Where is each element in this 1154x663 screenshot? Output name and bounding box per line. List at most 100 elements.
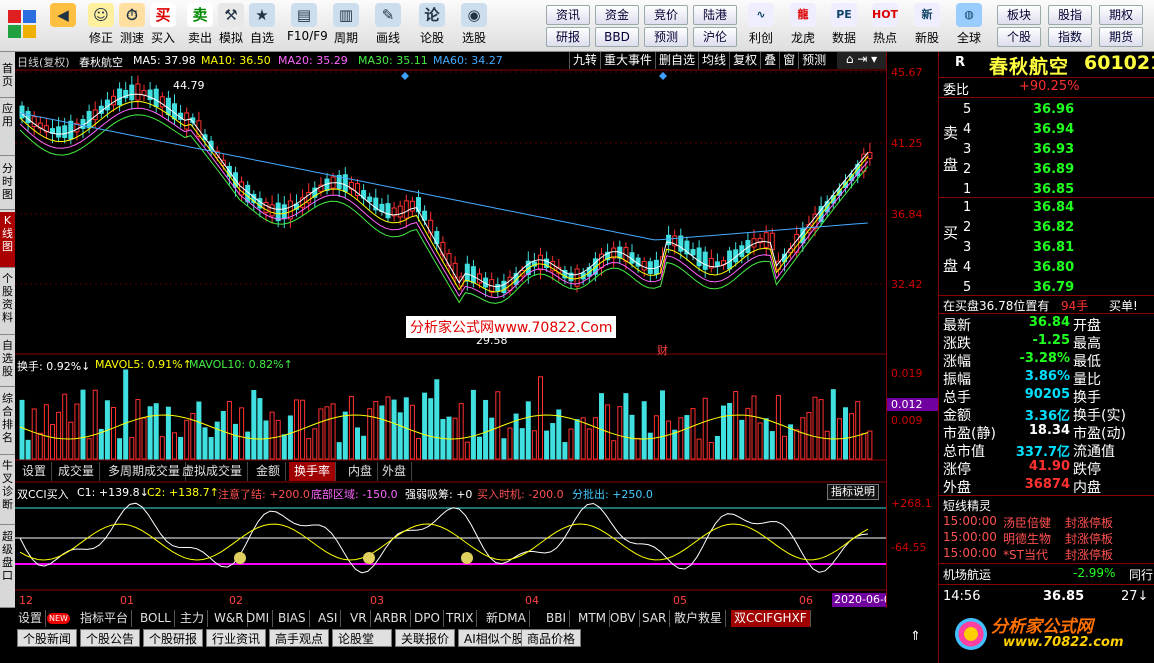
indicator-tab-15[interactable]: MTM xyxy=(575,610,611,627)
toolbar-hot-button[interactable]: HOT 热点 xyxy=(868,3,902,49)
sub-tab-5[interactable]: 金额 xyxy=(251,462,287,481)
bottom-tab-8[interactable]: AI相似个股 xyxy=(458,629,526,647)
ask-price-3[interactable]: 36.93 xyxy=(1033,142,1074,157)
indicator-tab-11[interactable]: DPO xyxy=(411,610,444,627)
toolbar-small-button-1[interactable]: 资讯 xyxy=(546,5,590,25)
chart-header-button-8[interactable]: 预测 xyxy=(798,52,829,69)
kline-chart-area[interactable]: 日线(复权) 春秋航空 MA5: 37.98 MA10: 36.50 MA20:… xyxy=(15,52,915,608)
bid-price-4[interactable]: 36.80 xyxy=(1033,260,1074,275)
sub-tab-2[interactable]: 成交量 xyxy=(53,462,101,481)
indicator-tab-7[interactable]: BIAS xyxy=(275,610,310,627)
side-tab-8[interactable]: 牛叉诊断 xyxy=(0,457,15,525)
bid-price-5[interactable]: 36.79 xyxy=(1033,280,1074,295)
toolbar-market-button-3[interactable]: 期权 xyxy=(1099,5,1143,25)
ask-price-4[interactable]: 36.94 xyxy=(1033,122,1074,137)
toolbar-small-button-3[interactable]: 竞价 xyxy=(644,5,688,25)
indicator-tab-14[interactable]: BBI xyxy=(543,610,571,627)
sub-tab-4[interactable]: 虚拟成交量 xyxy=(177,462,249,481)
indicator-tab-3[interactable]: BOLL xyxy=(137,610,175,627)
indicator-tab-19[interactable]: 双CCIFGHXF xyxy=(731,610,811,627)
chart-header-button-7[interactable]: 窗 xyxy=(779,52,798,69)
sprite-stock-2[interactable]: 明德生物 xyxy=(1003,530,1051,547)
indicator-tab-9[interactable]: VR xyxy=(347,610,371,627)
bottom-tab-3[interactable]: 个股研报 xyxy=(143,629,203,647)
indicator-tab-17[interactable]: SAR xyxy=(639,610,671,627)
sub-tab-8[interactable]: 外盘 xyxy=(377,462,413,481)
ask-price-1[interactable]: 36.85 xyxy=(1033,182,1074,197)
indicator-explain-button[interactable]: 指标说明 xyxy=(827,484,879,500)
side-tab-2[interactable]: 应用 xyxy=(0,100,15,156)
toolbar-profit-button[interactable]: ∿ 利创 xyxy=(744,3,778,49)
toolbar-market-button-1[interactable]: 板块 xyxy=(997,5,1041,25)
chart-header-button-4[interactable]: 均线 xyxy=(698,52,729,69)
toolbar-simulate-button[interactable]: ⚒ 模拟 xyxy=(214,3,248,49)
indicator-tab-18[interactable]: 散户救星 xyxy=(671,610,727,627)
chart-window-controls[interactable]: ⌂ ⇥ ▾ xyxy=(837,52,886,69)
bid-price-2[interactable]: 36.82 xyxy=(1033,220,1074,235)
side-tab-4[interactable]: K线图 xyxy=(0,212,15,268)
indicator-tab-16[interactable]: OBV xyxy=(607,610,640,627)
indicator-tab-10[interactable]: ARBR xyxy=(371,610,412,627)
toolbar-global-button[interactable]: ◍ 全球 xyxy=(952,3,986,49)
bottom-tab-1[interactable]: 个股新闻 xyxy=(17,629,77,647)
chart-header-button-3[interactable]: 删自选 xyxy=(655,52,698,69)
toolbar-market-button-6[interactable]: 期货 xyxy=(1099,27,1143,47)
indicator-tab-2[interactable]: 指标平台 xyxy=(77,610,133,627)
chart-header-button-5[interactable]: 复权 xyxy=(729,52,760,69)
indicator-tab-13[interactable]: 新DMA xyxy=(483,610,530,627)
toolbar-small-button-2[interactable]: 资金 xyxy=(595,5,639,25)
sub-tab-7[interactable]: 内盘 xyxy=(343,462,379,481)
sprite-stock-1[interactable]: 汤臣倍健 xyxy=(1003,514,1051,531)
toolbar-pick-stock-button[interactable]: ◉ 选股 xyxy=(457,3,491,49)
chart-header-button-1[interactable]: 九转 xyxy=(569,52,600,69)
chart-header-button-2[interactable]: 重大事件 xyxy=(600,52,655,69)
toolbar-period-button[interactable]: ▥ 周期 xyxy=(329,3,363,49)
toolbar-f10-button[interactable]: ▤ F10/F9 xyxy=(287,3,328,49)
toolbar-buy-button[interactable]: 买买入 xyxy=(146,3,180,49)
side-tab-3[interactable]: 分时图 xyxy=(0,160,15,210)
indicator-tab-6[interactable]: DMI xyxy=(243,610,274,627)
bottom-tab-7[interactable]: 关联报价 xyxy=(395,629,455,647)
indicator-tab-1[interactable]: 设置 xyxy=(15,610,47,627)
sprite-title[interactable]: 短线精灵 xyxy=(943,497,991,514)
toolbar-custom-select-button[interactable]: ★ 自选 xyxy=(245,3,279,49)
toolbar-market-button-2[interactable]: 股指 xyxy=(1048,5,1092,25)
toolbar-dragon-button[interactable]: 龍龙虎 xyxy=(786,3,820,49)
indicator-tab-8[interactable]: ASI xyxy=(315,610,342,627)
toolbar-sell-button[interactable]: 卖卖出 xyxy=(183,3,217,49)
indicator-tab-12[interactable]: TRIX xyxy=(443,610,478,627)
sub-tab-3[interactable]: 多周期成交量 xyxy=(103,462,187,481)
toolbar-small-button-8[interactable]: 沪伦 xyxy=(693,27,737,47)
sprite-stock-3[interactable]: *ST当代 xyxy=(1003,546,1048,563)
toolbar-draw-button[interactable]: ✎ 画线 xyxy=(371,3,405,49)
sector-name[interactable]: 机场航运 xyxy=(943,566,991,583)
toolbar-data-button[interactable]: PE 数据 xyxy=(827,3,861,49)
side-tab-1[interactable]: 首页 xyxy=(0,60,15,98)
side-tab-7[interactable]: 综合排名 xyxy=(0,390,15,455)
expand-arrow-icon[interactable]: ⇑ xyxy=(910,629,921,644)
bottom-tab-6[interactable]: 论股堂 xyxy=(332,629,392,647)
toolbar-nav-back-button[interactable]: ◀ xyxy=(46,3,80,49)
toolbar-lunjie-button[interactable]: 论论股 xyxy=(415,3,449,49)
ask-price-2[interactable]: 36.89 xyxy=(1033,162,1074,177)
bottom-tab-9[interactable]: 商品价格 xyxy=(521,629,581,647)
toolbar-small-button-7[interactable]: 预测 xyxy=(644,27,688,47)
side-tab-6[interactable]: 自选股 xyxy=(0,337,15,387)
sub-tab-1[interactable]: 设置 xyxy=(17,462,53,481)
toolbar-new-board-button[interactable]: 新新股 xyxy=(910,3,944,49)
chart-header-button-6[interactable]: 叠 xyxy=(760,52,779,69)
toolbar-small-button-5[interactable]: 研报 xyxy=(546,27,590,47)
app-logo-icon[interactable] xyxy=(8,10,36,38)
bid-price-3[interactable]: 36.81 xyxy=(1033,240,1074,255)
bottom-tab-2[interactable]: 个股公告 xyxy=(80,629,140,647)
side-tab-9[interactable]: 超级盘口 xyxy=(0,528,15,608)
toolbar-market-button-5[interactable]: 指数 xyxy=(1048,27,1092,47)
toolbar-speed-test-button[interactable]: ⏱ 测速 xyxy=(115,3,149,49)
side-tab-5[interactable]: 个股资料 xyxy=(0,270,15,335)
toolbar-small-button-6[interactable]: BBD xyxy=(595,27,639,47)
toolbar-small-button-4[interactable]: 陆港 xyxy=(693,5,737,25)
bottom-tab-4[interactable]: 行业资讯 xyxy=(206,629,266,647)
bid-price-1[interactable]: 36.84 xyxy=(1033,200,1074,215)
toolbar-revise-button[interactable]: ☺ 修正 xyxy=(84,3,118,49)
bottom-tab-5[interactable]: 高手观点 xyxy=(269,629,329,647)
